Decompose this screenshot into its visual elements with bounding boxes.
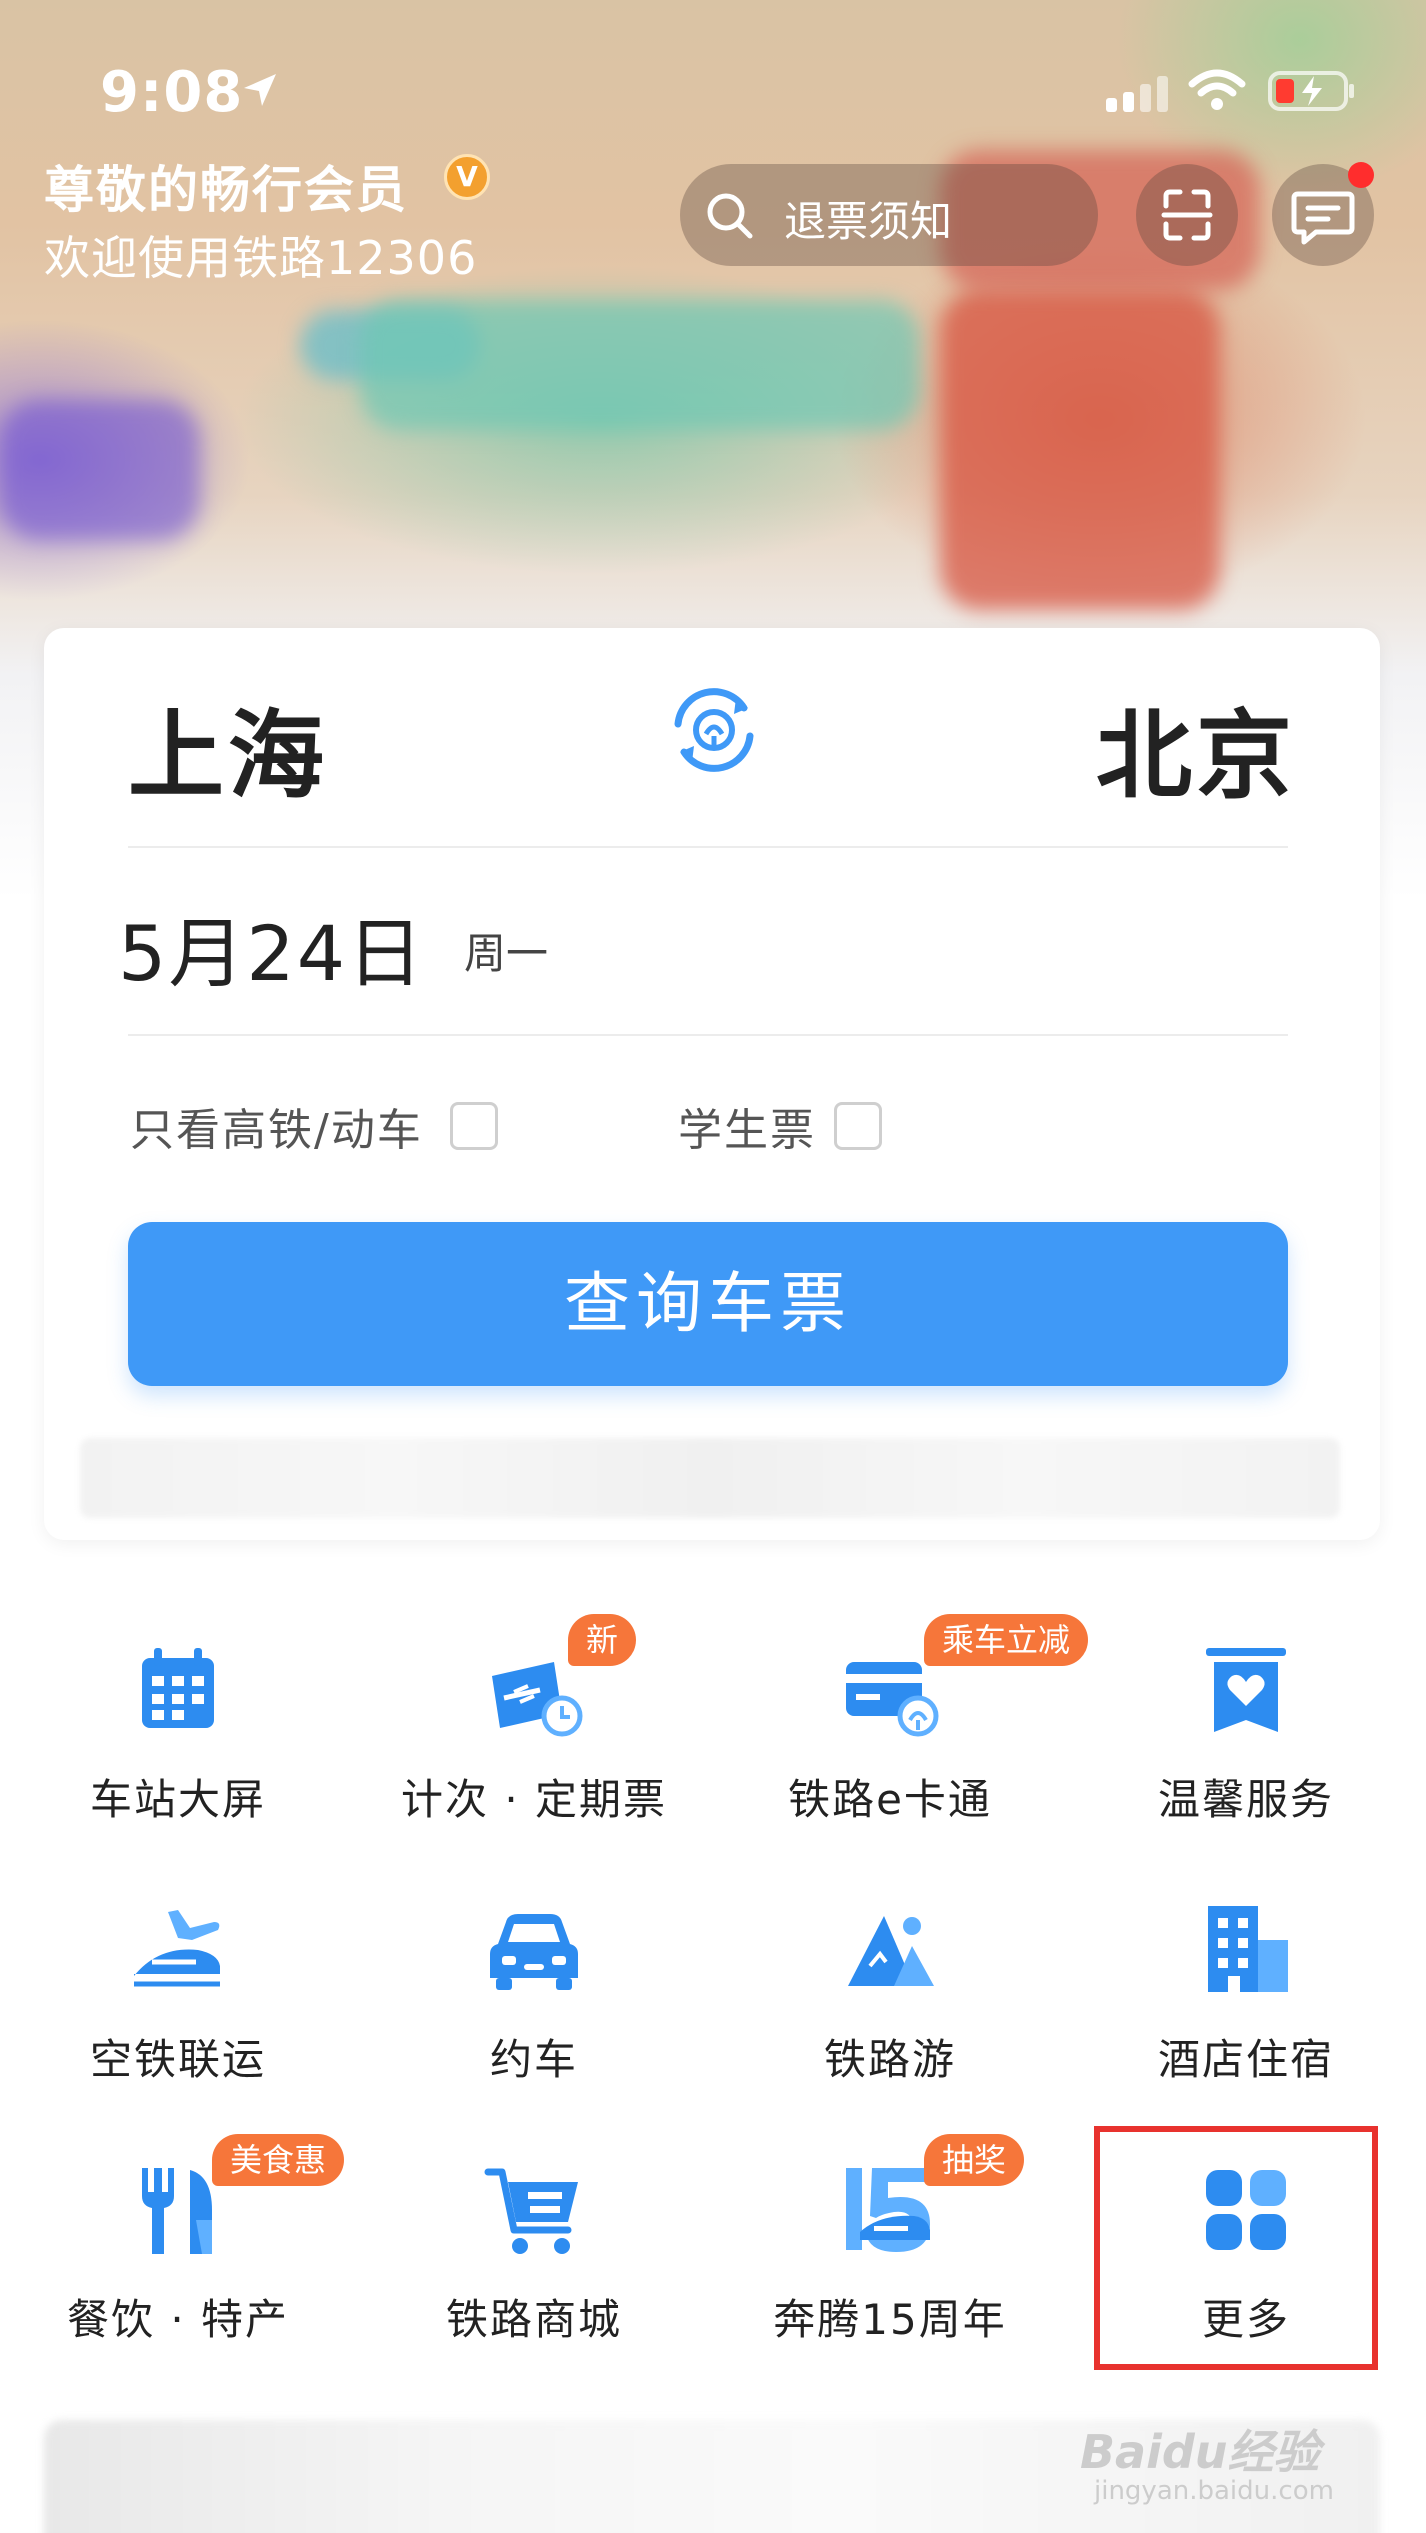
from-city[interactable]: 上海 [128,678,328,817]
service-label: 温馨服务 [1157,1775,1334,1824]
weekday: 周一 [464,929,549,978]
service-label: 铁路商城 [445,2295,622,2344]
service-label: 计次 · 定期票 [400,1775,668,1824]
banner-blob-right [940,290,1220,610]
location-arrow-icon [244,74,276,106]
service-label: 车站大屏 [89,1775,266,1824]
calendar-grid-icon [142,1648,214,1728]
vip-badge[interactable]: V [444,154,490,200]
departure-date[interactable]: 5月24日 [118,892,425,1002]
swap-stations-icon[interactable] [664,680,764,780]
service-label: 奔腾15周年 [773,2295,1007,2344]
service-e-card[interactable]: 乘车立减 铁路e卡通 [712,1614,1089,1860]
service-warm-service[interactable]: 温馨服务 [1068,1640,1424,1860]
service-badge: 抽奖 [924,2134,1025,2186]
notification-dot [1348,162,1374,188]
service-label: 铁路游 [823,2035,956,2084]
service-label: 铁路e卡通 [788,1775,992,1824]
service-badge: 乘车立减 [924,1614,1089,1666]
greeting-title: 尊敬的畅行会员 [44,161,408,219]
plane-train-icon [134,1910,220,1987]
service-badge: 新 [568,1614,637,1666]
student-ticket-label: 学生票 [678,1105,816,1156]
greeting-subtitle: 欢迎使用铁路12306 [44,231,478,285]
student-ticket-checkbox[interactable] [834,1102,882,1150]
service-dining[interactable]: 美食惠 餐饮 · 特产 [0,2134,356,2380]
status-time: 9:08 [100,60,244,125]
query-tickets-button[interactable]: 查询车票 [128,1222,1288,1386]
scan-button[interactable] [1136,164,1238,266]
heart-box-icon [1206,1648,1286,1732]
search-placeholder: 退票须知 [784,197,953,246]
service-rail-mall[interactable]: 铁路商城 [356,2160,712,2380]
scan-icon [1161,189,1213,241]
status-bar: 9:08 [0,50,1426,130]
mountain-icon [848,1916,934,1986]
to-city[interactable]: 北京 [1096,678,1296,817]
service-car-booking[interactable]: 约车 [356,1900,712,2120]
battery-charging-icon [1268,71,1354,111]
banner-blob-mid [360,300,920,430]
building-icon [1208,1906,1288,1992]
service-badge: 美食惠 [212,2134,345,2186]
service-rail-tour[interactable]: 铁路游 [712,1900,1068,2120]
watermark-url: jingyan.baidu.com [1094,2476,1334,2506]
shopping-cart-icon [484,2168,578,2254]
service-anniversary[interactable]: 抽奖 奔腾15周年 [712,2134,1068,2380]
service-label: 约车 [489,2035,578,2084]
highspeed-only-label: 只看高铁/动车 [130,1105,423,1156]
service-label: 餐饮 · 特产 [66,2295,290,2344]
car-icon [490,1914,578,1990]
service-air-rail[interactable]: 空铁联运 [0,1900,356,2120]
highspeed-only-checkbox[interactable] [450,1102,498,1150]
recent-search-history [80,1438,1340,1518]
divider [128,846,1288,848]
search-box[interactable]: 退票须知 [680,164,1098,266]
search-icon [707,193,753,239]
signal-icon [1106,76,1168,112]
service-station-screen[interactable]: 车站大屏 [0,1640,356,1860]
ticket-search-card: 上海 北京 5月24日 周一 只看高铁/动车 学生票 查询车票 [44,628,1380,1540]
service-label: 酒店住宿 [1157,2035,1334,2084]
divider [128,1034,1288,1036]
wifi-icon [1188,69,1246,110]
highlight-annotation [1094,2126,1378,2370]
banner-blob-far-left [0,400,200,540]
service-label: 空铁联运 [89,2035,266,2084]
service-periodic-ticket[interactable]: 新 计次 · 定期票 [356,1614,712,1860]
service-hotel[interactable]: 酒店住宿 [1068,1900,1424,2120]
watermark-brand: Baidu经验 [1080,2425,1320,2479]
